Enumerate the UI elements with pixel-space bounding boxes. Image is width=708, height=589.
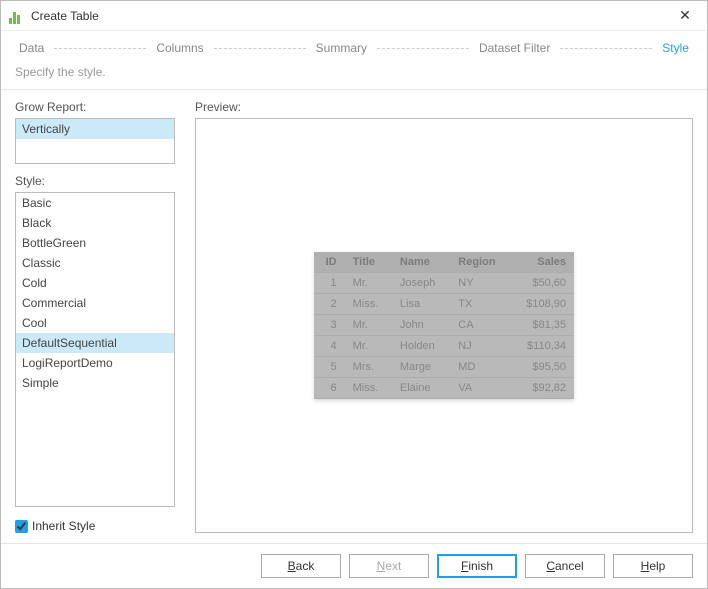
preview-cell: $95,50 xyxy=(511,357,574,378)
preview-table: IDTitleNameRegionSales 1Mr.JosephNY$50,6… xyxy=(314,252,574,399)
inherit-style-input[interactable] xyxy=(15,520,28,533)
preview-cell: Miss. xyxy=(345,294,392,315)
preview-cell: Mr. xyxy=(345,273,392,294)
preview-row: 6Miss.ElaineVA$92,82 xyxy=(314,378,574,399)
app-icon xyxy=(9,8,25,24)
preview-cell: 2 xyxy=(314,294,345,315)
hint-text: Specify the style. xyxy=(1,61,707,89)
grow-option[interactable]: Vertically xyxy=(16,119,174,139)
preview-cell: Mr. xyxy=(345,336,392,357)
preview-row: 2Miss.LisaTX$108,90 xyxy=(314,294,574,315)
left-column: Grow Report: Vertically Style: BasicBlac… xyxy=(15,100,175,533)
preview-cell: John xyxy=(392,315,450,336)
preview-cell: NY xyxy=(450,273,510,294)
style-option[interactable]: DefaultSequential xyxy=(16,333,174,353)
create-table-dialog: Create Table ✕ Data Columns Summary Data… xyxy=(0,0,708,589)
finish-button[interactable]: Finish xyxy=(437,554,517,578)
back-button[interactable]: Back xyxy=(261,554,341,578)
preview-header-row: IDTitleNameRegionSales xyxy=(314,252,574,273)
style-option[interactable]: Commercial xyxy=(16,293,174,313)
style-option[interactable]: Cool xyxy=(16,313,174,333)
preview-cell: Lisa xyxy=(392,294,450,315)
preview-cell: TX xyxy=(450,294,510,315)
step-summary[interactable]: Summary xyxy=(312,41,371,55)
preview-cell: Mrs. xyxy=(345,357,392,378)
preview-cell: 5 xyxy=(314,357,345,378)
preview-row: 3Mr.JohnCA$81,35 xyxy=(314,315,574,336)
style-option[interactable]: Classic xyxy=(16,253,174,273)
preview-col-header: Name xyxy=(392,252,450,273)
preview-cell: VA xyxy=(450,378,510,399)
preview-cell: $92,82 xyxy=(511,378,574,399)
preview-cell: CA xyxy=(450,315,510,336)
preview-col-header: Region xyxy=(450,252,510,273)
preview-cell: $110,34 xyxy=(511,336,574,357)
content-area: Grow Report: Vertically Style: BasicBlac… xyxy=(1,89,707,543)
preview-cell: $50,60 xyxy=(511,273,574,294)
preview-cell: Mr. xyxy=(345,315,392,336)
preview-box: IDTitleNameRegionSales 1Mr.JosephNY$50,6… xyxy=(195,118,693,533)
preview-cell: Miss. xyxy=(345,378,392,399)
inherit-style-label: Inherit Style xyxy=(32,519,95,533)
titlebar: Create Table ✕ xyxy=(1,1,707,31)
next-button: Next xyxy=(349,554,429,578)
preview-cell: MD xyxy=(450,357,510,378)
style-listbox[interactable]: BasicBlackBottleGreenClassicColdCommerci… xyxy=(15,192,175,507)
preview-row: 1Mr.JosephNY$50,60 xyxy=(314,273,574,294)
preview-label: Preview: xyxy=(195,100,693,114)
preview-cell: 1 xyxy=(314,273,345,294)
grow-label: Grow Report: xyxy=(15,100,175,114)
style-option[interactable]: Simple xyxy=(16,373,174,393)
step-filter[interactable]: Dataset Filter xyxy=(475,41,554,55)
preview-row: 4Mr.HoldenNJ$110,34 xyxy=(314,336,574,357)
style-label: Style: xyxy=(15,174,175,188)
preview-cell: 4 xyxy=(314,336,345,357)
inherit-style-checkbox[interactable]: Inherit Style xyxy=(15,519,175,533)
style-option[interactable]: BottleGreen xyxy=(16,233,174,253)
preview-col-header: Title xyxy=(345,252,392,273)
preview-cell: $81,35 xyxy=(511,315,574,336)
preview-row: 5Mrs.MargeMD$95,50 xyxy=(314,357,574,378)
step-data[interactable]: Data xyxy=(15,41,48,55)
preview-col-header: Sales xyxy=(511,252,574,273)
style-option[interactable]: Black xyxy=(16,213,174,233)
preview-cell: Elaine xyxy=(392,378,450,399)
preview-cell: $108,90 xyxy=(511,294,574,315)
button-bar: Back Next Finish Cancel Help xyxy=(1,543,707,588)
preview-cell: Marge xyxy=(392,357,450,378)
help-button[interactable]: Help xyxy=(613,554,693,578)
right-column: Preview: IDTitleNameRegionSales 1Mr.Jose… xyxy=(195,100,693,533)
preview-col-header: ID xyxy=(314,252,345,273)
preview-cell: 6 xyxy=(314,378,345,399)
style-option[interactable]: Cold xyxy=(16,273,174,293)
grow-listbox[interactable]: Vertically xyxy=(15,118,175,164)
preview-cell: 3 xyxy=(314,315,345,336)
preview-cell: NJ xyxy=(450,336,510,357)
style-option[interactable]: LogiReportDemo xyxy=(16,353,174,373)
close-icon[interactable]: ✕ xyxy=(671,2,699,30)
preview-cell: Joseph xyxy=(392,273,450,294)
style-option[interactable]: Basic xyxy=(16,193,174,213)
wizard-steps: Data Columns Summary Dataset Filter Styl… xyxy=(1,31,707,61)
step-columns[interactable]: Columns xyxy=(152,41,207,55)
step-style[interactable]: Style xyxy=(658,41,693,55)
cancel-button[interactable]: Cancel xyxy=(525,554,605,578)
window-title: Create Table xyxy=(31,9,99,23)
preview-cell: Holden xyxy=(392,336,450,357)
